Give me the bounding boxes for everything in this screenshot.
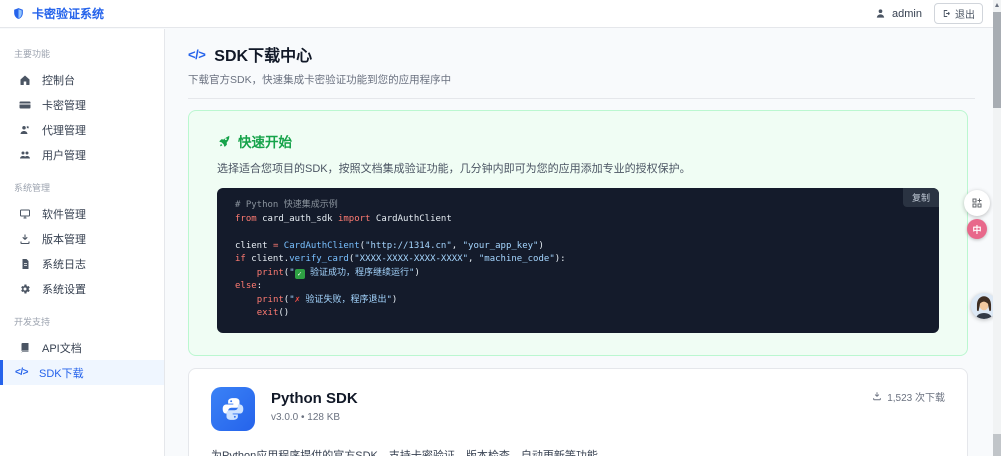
sidebar-item-label: SDK下载 [39,367,84,380]
quick-start-description: 选择适合您项目的SDK，按照文档集成验证功能，几分钟内即可为您的应用添加专业的授… [217,163,691,175]
sidebar-item-settings[interactable]: 系统设置 [0,276,164,301]
main-content: </> SDK下载中心 下载官方SDK，快速集成卡密验证功能到您的应用程序中 快… [166,29,1001,456]
sidebar-item-label: 系统设置 [42,283,86,296]
sidebar: 主要功能控制台卡密管理代理管理用户管理系统管理软件管理版本管理系统日志系统设置开… [0,29,165,456]
card-icon [18,99,31,111]
code-line: else: [235,281,263,291]
sdk-description: 为Python应用程序提供的官方SDK，支持卡密验证、版本检查、自动更新等功能。 [211,449,609,456]
code-line: # Python 快速集成示例 [235,200,338,210]
shield-icon [12,7,25,20]
extension-widget-button[interactable] [964,190,990,216]
download-icon [18,233,31,245]
logout-button[interactable]: 退出 [934,3,983,24]
page-title: SDK下载中心 [214,48,313,65]
sidebar-item-label: API文档 [42,342,82,355]
scrollbar-thumb[interactable] [993,12,1001,108]
logout-icon [942,9,951,18]
download-count-icon [872,391,882,401]
sidebar-item-label: 代理管理 [42,124,86,137]
sdk-downloads-label: 1,523 次下载 [887,392,945,404]
user-icon [875,8,886,19]
code-line: client = CardAuthClient("http://1314.cn"… [235,240,544,251]
page-subtitle: 下载官方SDK，快速集成卡密验证功能到您的应用程序中 [188,74,452,86]
code-icon: </> [188,46,206,62]
logout-label: 退出 [955,10,975,21]
code-line: print(" ✓ 验证成功，程序继续运行") [256,267,420,279]
copy-button[interactable]: 复制 [902,188,939,207]
scroll-up-arrow-icon[interactable] [994,3,999,7]
users-icon [18,149,31,161]
topbar-user-area: admin 退出 [875,3,1001,24]
sidebar-item-label: 软件管理 [42,208,86,221]
sdk-version: v3.0.0 • 128 KB [271,411,341,423]
sidebar-item-users[interactable]: 用户管理 [0,142,164,167]
sidebar-section-label: 开发支持 [14,317,51,327]
sdk-title-block: Python SDK v3.0.0 • 128 KB [271,387,358,423]
sdk-downloads: 1,523 次下载 [872,389,945,404]
sidebar-item-agents[interactable]: 代理管理 [0,117,164,142]
scrollbar-bottom-button[interactable] [993,434,1001,456]
scrollbar[interactable] [993,0,1001,456]
page-header: </> SDK下载中心 下载官方SDK，快速集成卡密验证功能到您的应用程序中 [188,42,975,99]
code-line: if client.verify_card("XXXX-XXXX-XXXX-XX… [235,254,566,264]
monitor-icon [18,208,31,220]
sidebar-nav: 主要功能控制台卡密管理代理管理用户管理系统管理软件管理版本管理系统日志系统设置开… [0,47,164,385]
sidebar-item-cards[interactable]: 卡密管理 [0,92,164,117]
sidebar-item-label: 版本管理 [42,233,86,246]
sidebar-item-label: 用户管理 [42,149,86,162]
sidebar-item-versions[interactable]: 版本管理 [0,226,164,251]
topbar: 卡密验证系统 admin 退出 [0,0,1001,28]
sidebar-item-software[interactable]: 软件管理 [0,201,164,226]
agent-icon [18,124,31,136]
translate-button[interactable]: 中 [967,219,987,239]
sidebar-item-label: 卡密管理 [42,99,86,112]
quick-start-card: 快速开始 选择适合您项目的SDK，按照文档集成验证功能，几分钟内即可为您的应用添… [188,110,968,356]
sdk-name: Python SDK [271,389,358,407]
python-sdk-card: Python SDK v3.0.0 • 128 KB 1,523 次下载 为Py… [188,367,968,456]
sidebar-item-sdk-download[interactable]: </> SDK下载 [0,360,164,385]
sidebar-item-label: 控制台 [42,74,75,87]
sidebar-item-dashboard[interactable]: 控制台 [0,67,164,92]
code-line: from card_auth_sdk import CardAuthClient [235,213,452,224]
document-icon [18,258,31,270]
sidebar-item-logs[interactable]: 系统日志 [0,251,164,276]
code-block: # Python 快速集成示例 from card_auth_sdk import… [217,188,939,333]
sidebar-item-label: 系统日志 [42,258,86,271]
rocket-icon [217,134,231,148]
sidebar-item-api-docs[interactable]: API文档 [0,335,164,360]
grid-plus-icon [971,197,983,209]
python-logo-icon [211,386,255,431]
sidebar-section-label: 主要功能 [14,49,51,59]
book-icon [18,342,31,354]
brand[interactable]: 卡密验证系统 [0,5,104,22]
app-title: 卡密验证系统 [32,7,105,21]
code-icon: </> [15,367,28,378]
user-name: admin [892,7,922,20]
code-line: print("✗ 验证失败，程序退出") [256,294,398,305]
quick-start-title: 快速开始 [238,135,292,150]
gear-icon [18,283,31,295]
translate-label: 中 [972,224,982,235]
code-sample: 复制 # Python 快速集成示例 from card_auth_sdk imp… [217,188,939,333]
code-line: exit() [256,308,290,318]
home-icon [18,74,31,86]
sidebar-section-label: 系统管理 [14,183,51,193]
